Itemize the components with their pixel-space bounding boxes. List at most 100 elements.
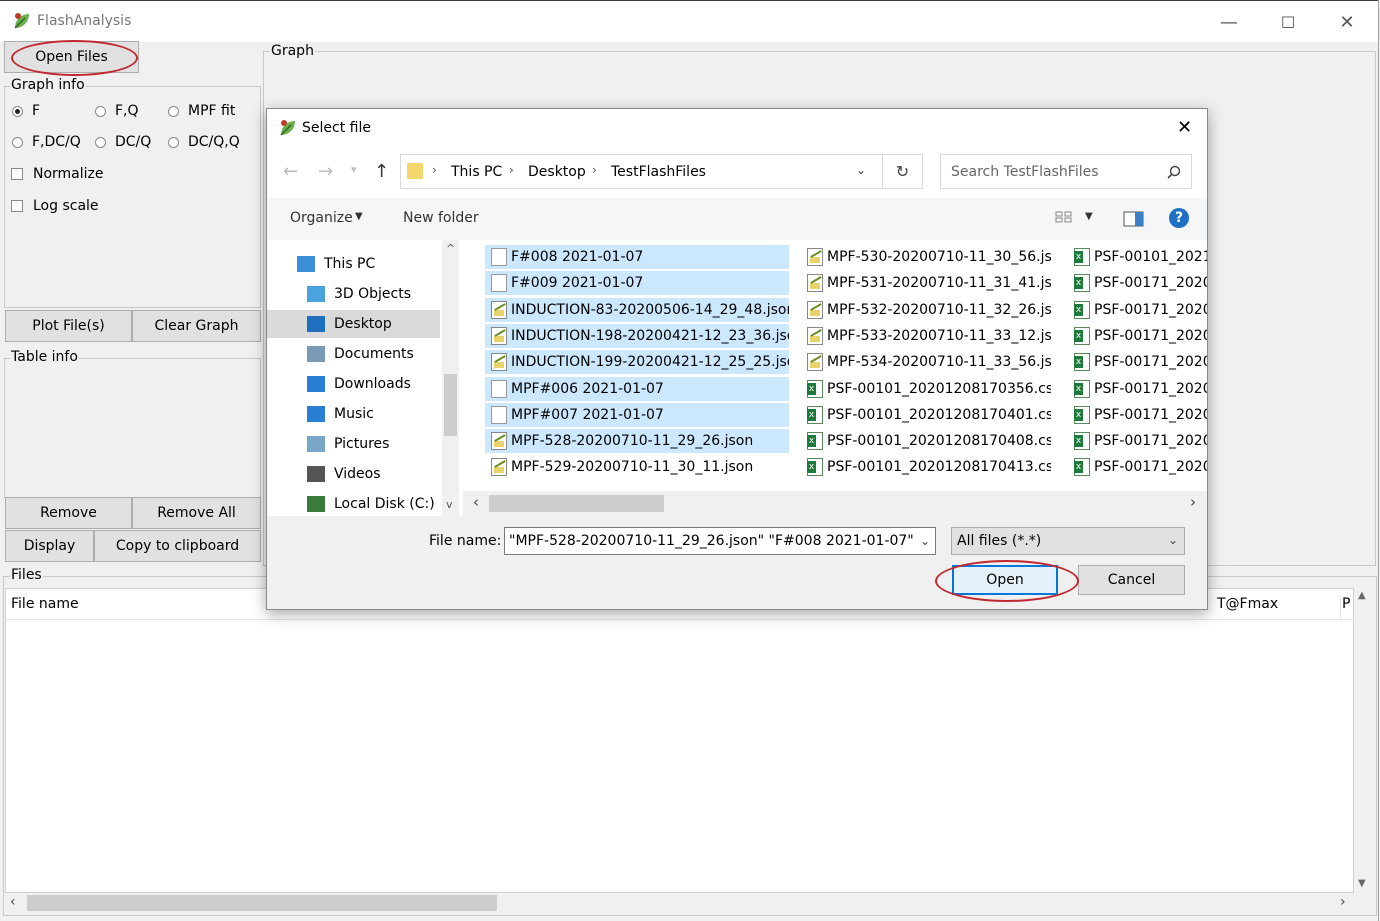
column-t-fmax[interactable]: T@Fmax xyxy=(1217,596,1278,612)
nav-item-desktop[interactable]: Desktop xyxy=(267,310,440,338)
file-item[interactable]: MPF-534-20200710-11_33_56.json xyxy=(801,350,1051,374)
forward-arrow-icon[interactable]: → xyxy=(318,161,333,182)
file-item[interactable]: PSF-00171_20201 xyxy=(1068,350,1207,374)
file-item[interactable]: MPF-532-20200710-11_32_26.json xyxy=(801,298,1051,322)
nav-item-local-disk-c[interactable]: Local Disk (C:) xyxy=(267,490,440,518)
scroll-left-icon[interactable]: ‹ xyxy=(10,894,16,910)
file-item[interactable]: MPF#007 2021-01-07 xyxy=(485,402,789,427)
files-table[interactable]: File name T@Fmax P xyxy=(5,588,1354,893)
scroll-left-icon[interactable]: ‹ xyxy=(473,493,479,511)
scroll-right-icon[interactable]: › xyxy=(1190,493,1196,511)
file-item[interactable]: PSF-00101_20201208170408.csv xyxy=(801,429,1051,453)
radio-dc-q[interactable]: DC/Q xyxy=(95,134,151,150)
view-dropdown-icon[interactable]: ▼ xyxy=(1085,211,1093,222)
help-icon[interactable]: ? xyxy=(1169,208,1189,228)
preview-pane-icon[interactable] xyxy=(1123,211,1145,227)
breadcrumb-this-pc[interactable]: This PC xyxy=(451,164,502,180)
radio-mpf-fit[interactable]: MPF fit xyxy=(168,103,235,119)
scroll-down-icon[interactable]: ▼ xyxy=(1358,878,1366,889)
file-item[interactable]: MPF-531-20200710-11_31_41.json xyxy=(801,271,1051,295)
file-item[interactable]: F#009 2021-01-07 xyxy=(485,271,789,296)
organize-button[interactable]: Organize xyxy=(290,210,353,226)
file-list[interactable]: F#008 2021-01-07 F#009 2021-01-07 INDUCTIO… xyxy=(463,240,1207,491)
file-item[interactable]: PSF-00171_20201 xyxy=(1068,429,1207,453)
address-dropdown-icon[interactable]: ⌄ xyxy=(856,163,866,177)
nav-scrollbar[interactable]: ^ v xyxy=(442,240,459,516)
refresh-icon[interactable]: ↻ xyxy=(883,154,923,189)
file-item[interactable]: MPF-528-20200710-11_29_26.json xyxy=(485,429,789,454)
file-item[interactable]: PSF-00101_20210 xyxy=(1068,245,1207,269)
plot-files-button[interactable]: Plot File(s) xyxy=(5,310,132,342)
remove-all-button[interactable]: Remove All xyxy=(132,497,261,529)
recent-dropdown-icon[interactable]: ▾ xyxy=(351,163,357,176)
nav-item-downloads[interactable]: Downloads xyxy=(267,370,440,398)
files-vertical-scrollbar[interactable]: ▲ ▼ xyxy=(1354,588,1373,893)
nav-item-videos[interactable]: Videos xyxy=(267,460,440,488)
file-item[interactable]: PSF-00171_20201 xyxy=(1068,298,1207,322)
scroll-thumb[interactable] xyxy=(444,374,457,436)
file-name-dropdown-icon[interactable]: ⌄ xyxy=(915,528,935,554)
copy-to-clipboard-button[interactable]: Copy to clipboard xyxy=(94,530,261,562)
address-bar[interactable]: › This PC › Desktop › TestFlashFiles ⌄ xyxy=(400,154,883,189)
search-icon[interactable] xyxy=(1167,165,1181,179)
log-scale-checkbox[interactable]: Log scale xyxy=(11,198,99,214)
navigation-pane[interactable]: This PC 3D Objects Desktop Documents Downloa… xyxy=(267,240,459,516)
file-item[interactable]: MPF-533-20200710-11_33_12.json xyxy=(801,324,1051,348)
organize-dropdown-icon[interactable]: ▼ xyxy=(355,211,363,222)
file-item[interactable]: PSF-00101_20201208170401.csv xyxy=(801,403,1051,427)
up-arrow-icon[interactable]: ↑ xyxy=(374,161,389,182)
file-item[interactable]: PSF-00171_20201 xyxy=(1068,324,1207,348)
open-files-button[interactable]: Open Files xyxy=(4,41,139,73)
clear-graph-button[interactable]: Clear Graph xyxy=(132,310,261,342)
column-p[interactable]: P xyxy=(1342,596,1350,612)
file-type-select[interactable]: All files (*.*) ⌄ xyxy=(951,527,1185,555)
cancel-button[interactable]: Cancel xyxy=(1078,565,1185,595)
file-list-horizontal-scrollbar[interactable]: ‹ › xyxy=(463,491,1207,516)
file-item[interactable]: PSF-00101_20201208170356.csv xyxy=(801,377,1051,401)
nav-item-documents[interactable]: Documents xyxy=(267,340,440,368)
search-box[interactable]: Search TestFlashFiles xyxy=(940,154,1192,189)
close-button[interactable]: ✕ xyxy=(1324,7,1370,37)
radio-dc-q-q[interactable]: DC/Q,Q xyxy=(168,134,240,150)
column-file-name[interactable]: File name xyxy=(11,596,79,612)
file-item[interactable]: INDUCTION-199-20200421-12_25_25.json xyxy=(485,350,789,375)
scroll-thumb[interactable] xyxy=(489,495,664,512)
minimize-button[interactable]: — xyxy=(1206,7,1252,37)
scroll-right-icon[interactable]: › xyxy=(1340,894,1346,910)
nav-item-3d-objects[interactable]: 3D Objects xyxy=(267,280,440,308)
file-item[interactable]: PSF-00171_20201 xyxy=(1068,377,1207,401)
file-item[interactable]: PSF-00171_20201 xyxy=(1068,271,1207,295)
back-arrow-icon[interactable]: ← xyxy=(283,161,298,182)
radio-f-q[interactable]: F,Q xyxy=(95,103,139,119)
normalize-checkbox[interactable]: Normalize xyxy=(11,166,104,182)
scroll-up-icon[interactable]: ^ xyxy=(446,242,455,255)
dialog-close-button[interactable]: ✕ xyxy=(1177,117,1192,138)
new-folder-button[interactable]: New folder xyxy=(403,210,479,226)
remove-button[interactable]: Remove xyxy=(5,497,132,529)
view-options-icon[interactable] xyxy=(1055,211,1077,227)
file-item[interactable]: F#008 2021-01-07 xyxy=(485,245,789,269)
radio-f[interactable]: F xyxy=(12,103,40,119)
display-button[interactable]: Display xyxy=(5,530,94,562)
file-item[interactable]: PSF-00171_20201 xyxy=(1068,403,1207,427)
file-name-input[interactable]: "MPF-528-20200710-11_29_26.json" "F#008 … xyxy=(504,527,936,555)
nav-item-music[interactable]: Music xyxy=(267,400,440,428)
files-horizontal-scrollbar[interactable]: ‹ › xyxy=(5,893,1354,913)
scroll-thumb[interactable] xyxy=(27,895,497,911)
scroll-up-icon[interactable]: ▲ xyxy=(1358,590,1366,601)
file-item[interactable]: MPF-529-20200710-11_30_11.json xyxy=(485,455,789,479)
nav-item-this-pc[interactable]: This PC xyxy=(267,250,440,278)
file-item[interactable]: MPF#006 2021-01-07 xyxy=(485,376,789,401)
file-item[interactable]: INDUCTION-83-20200506-14_29_48.json xyxy=(485,297,789,322)
search-input[interactable]: Search TestFlashFiles xyxy=(951,164,1099,180)
scroll-down-icon[interactable]: v xyxy=(446,498,453,511)
radio-f-dc-q[interactable]: F,DC/Q xyxy=(12,134,81,150)
file-item[interactable]: PSF-00171_20201 xyxy=(1068,455,1207,479)
file-item[interactable]: INDUCTION-198-20200421-12_23_36.json xyxy=(485,323,789,348)
breadcrumb-desktop[interactable]: Desktop xyxy=(528,164,586,180)
nav-item-pictures[interactable]: Pictures xyxy=(267,430,440,458)
open-button[interactable]: Open xyxy=(952,565,1058,595)
file-item[interactable]: PSF-00101_20201208170413.csv xyxy=(801,455,1051,479)
maximize-button[interactable]: ☐ xyxy=(1265,7,1311,37)
breadcrumb-testflashfiles[interactable]: TestFlashFiles xyxy=(611,164,706,180)
